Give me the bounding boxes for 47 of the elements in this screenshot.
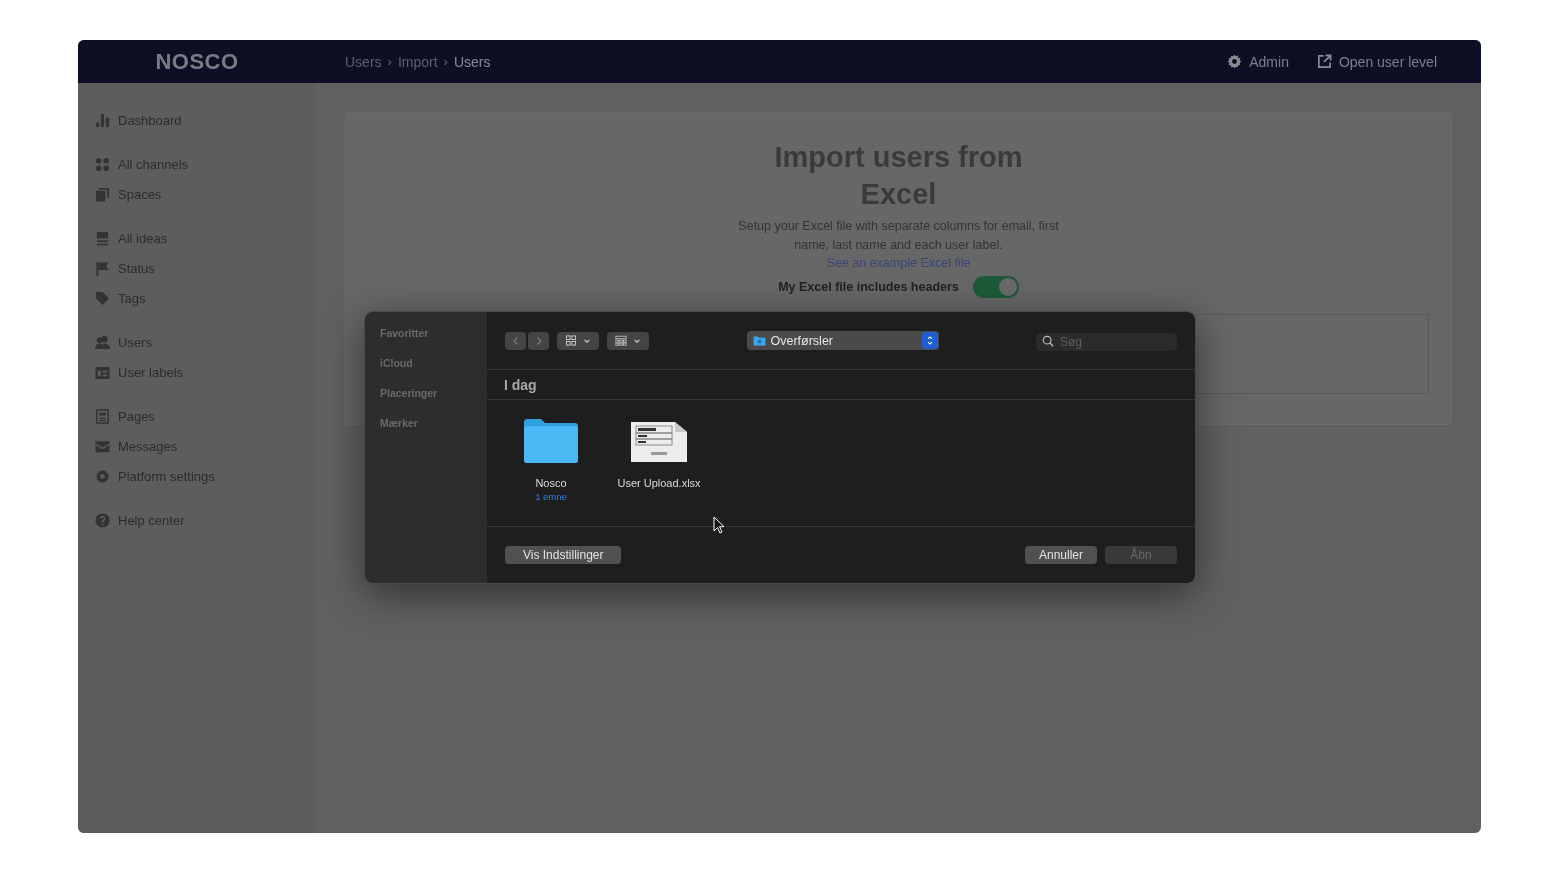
back-button[interactable]	[505, 331, 526, 350]
sidebar-section-heading[interactable]: Placeringer	[365, 387, 487, 417]
headers-toggle[interactable]	[972, 276, 1019, 298]
id-card-icon	[95, 364, 110, 380]
group-button[interactable]	[607, 331, 649, 350]
tag-icon	[95, 290, 110, 306]
logo[interactable]: NOSCO	[155, 48, 239, 75]
folder-icon	[752, 335, 766, 346]
sidebar-section-heading[interactable]: Mærker	[365, 417, 487, 447]
search-icon	[1042, 334, 1054, 347]
document-icon	[95, 408, 110, 424]
top-bar-link[interactable]: Admin	[1227, 53, 1289, 70]
bar-chart-icon	[95, 112, 110, 128]
breadcrumb-link[interactable]: Users	[453, 53, 491, 70]
breadcrumb-link[interactable]: Import	[397, 53, 438, 70]
gear-icon	[1227, 54, 1243, 69]
spreadsheet-file-icon	[631, 422, 687, 462]
stacked-pages-icon	[95, 186, 110, 202]
folder-icon	[523, 418, 579, 464]
settings-icon	[95, 468, 110, 484]
options-button[interactable]: Vis Indstillinger	[505, 546, 622, 564]
dialog-button[interactable]: Annuller	[1025, 546, 1097, 564]
help-icon	[95, 512, 110, 528]
file-item[interactable]: User Upload.xlsx	[620, 418, 698, 526]
top-bar-link[interactable]: Open user level	[1316, 53, 1437, 70]
location-popup[interactable]: Overførsler	[746, 331, 939, 350]
breadcrumb-link[interactable]: Users	[345, 53, 382, 70]
dots-grid-icon	[95, 156, 110, 172]
group-grid-icon	[615, 335, 627, 346]
view-mode-button[interactable]	[557, 331, 599, 350]
sidebar-section-heading[interactable]: Favoritter	[365, 327, 487, 357]
file-item[interactable]: Nosco 1 emne	[512, 418, 590, 526]
forward-button[interactable]	[528, 331, 549, 350]
list-icon	[95, 230, 110, 246]
external-link-icon	[1316, 54, 1332, 69]
flag-icon	[95, 260, 110, 276]
breadcrumb-separator: ›	[387, 54, 392, 69]
people-icon	[95, 334, 110, 350]
section-title: I dag	[504, 376, 537, 393]
up-down-arrows-icon	[925, 335, 934, 346]
cursor-icon	[713, 516, 725, 534]
grid-icon	[565, 335, 577, 346]
breadcrumb-separator: ›	[443, 54, 448, 69]
toggle-label: My Excel file includes headers	[778, 280, 959, 294]
sidebar-section-heading[interactable]: iCloud	[365, 357, 487, 387]
envelope-icon	[95, 438, 110, 454]
item-count: 1 emne	[535, 491, 567, 502]
